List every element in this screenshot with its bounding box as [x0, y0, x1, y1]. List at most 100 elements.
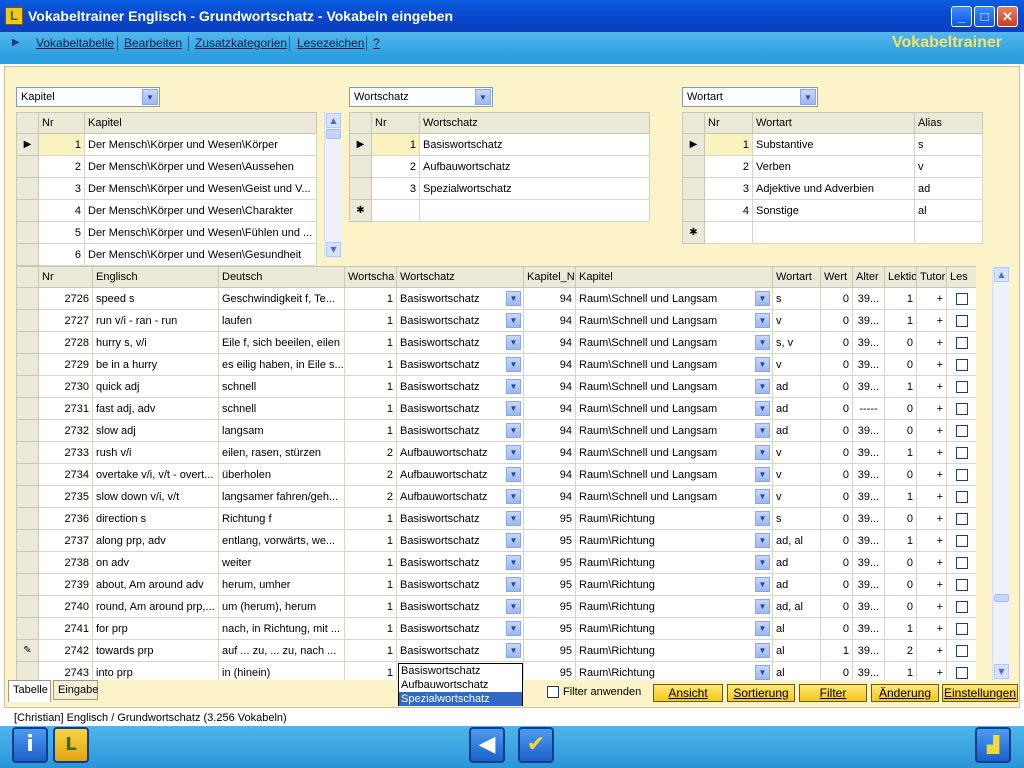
table-row[interactable]: 2739 about, Am around adv herum, umher 1 Bas… — [16, 573, 976, 596]
lesezeichen-checkbox[interactable] — [955, 578, 968, 591]
row-selector[interactable] — [16, 221, 39, 244]
column-header[interactable]: Nr — [371, 112, 420, 134]
kapitel-nr-cell[interactable]: 94 — [523, 463, 576, 486]
kapitel-cell[interactable]: Raum\Schnell und Langsam ▼ — [575, 309, 773, 332]
kapitel-nr-cell[interactable]: 95 — [523, 529, 576, 552]
lesezeichen-cell[interactable] — [946, 573, 976, 596]
alter-cell[interactable]: 39... — [852, 573, 885, 596]
wortart-cell[interactable]: s, v — [772, 331, 821, 354]
row-selector[interactable] — [16, 617, 39, 640]
tab-tabelle[interactable]: Tabelle — [8, 680, 51, 702]
tutor-cell[interactable]: + — [916, 485, 947, 508]
alter-cell[interactable]: 39... — [852, 441, 885, 464]
lektion-cell[interactable]: 2 — [884, 639, 917, 662]
deutsch-cell[interactable]: auf ... zu, ... zu, nach ... — [218, 639, 345, 662]
wortschatz-cell[interactable]: Basiswortschatz▼ — [396, 573, 524, 596]
wortschatz-cell[interactable]: Basiswortschatz▼ — [396, 551, 524, 574]
lektion-cell[interactable]: 1 — [884, 309, 917, 332]
wortschatz-cell[interactable]: Aufbauwortschatz ▼ — [396, 485, 524, 508]
column-header[interactable]: Englisch — [92, 266, 219, 288]
tutor-cell[interactable]: + — [916, 375, 947, 398]
wortschatz-cell[interactable]: Basiswortschatz▼ — [396, 529, 524, 552]
wert-cell[interactable]: 0 — [820, 375, 853, 398]
wert-cell[interactable]: 0 — [820, 331, 853, 354]
app-logo-icon[interactable]: L — [53, 727, 89, 763]
lesezeichen-checkbox[interactable] — [955, 380, 968, 393]
wortart-cell[interactable]: v — [772, 441, 821, 464]
nr-cell[interactable]: 2 — [704, 155, 753, 178]
menu-bearbeiten[interactable]: Bearbeiten — [124, 36, 182, 50]
nr-cell[interactable]: 2732 — [38, 419, 93, 442]
tutor-cell[interactable]: + — [916, 661, 947, 680]
wortschatz-nr-cell[interactable]: 1 — [344, 353, 397, 376]
englisch-cell[interactable]: rush v/i — [92, 441, 219, 464]
lesezeichen-cell[interactable] — [946, 419, 976, 442]
deutsch-cell[interactable]: Geschwindigkeit f, Te... — [218, 287, 345, 310]
chevron-down-icon[interactable]: ▼ — [755, 291, 770, 306]
row-selector[interactable]: ▶ — [682, 133, 705, 156]
kapitel-nr-cell[interactable]: 94 — [523, 309, 576, 332]
nr-cell[interactable]: 2743 — [38, 661, 93, 680]
lesezeichen-checkbox[interactable] — [955, 468, 968, 481]
table-row[interactable]: 3 Spezialwortschatz — [349, 177, 650, 200]
table-row[interactable]: 2734 overtake v/i, v/t - overt... überhole… — [16, 463, 976, 486]
table-row[interactable]: 2727 run v/i - ran - run laufen 1 Basisworts… — [16, 309, 976, 332]
tutor-cell[interactable]: + — [916, 551, 947, 574]
lektion-cell[interactable]: 0 — [884, 397, 917, 420]
englisch-cell[interactable]: speed s — [92, 287, 219, 310]
kapitel-cell[interactable]: Raum\Schnell und Langsam ▼ — [575, 331, 773, 354]
wortschatz-cell[interactable]: Basiswortschatz▼ — [396, 639, 524, 662]
kapitel-cell[interactable]: Raum\Richtung ▼ — [575, 639, 773, 662]
table-row[interactable]: 2741 for prp nach, in Richtung, mit ... 1 Ba… — [16, 617, 976, 640]
new-row-icon[interactable]: ✱ — [682, 221, 705, 244]
englisch-cell[interactable]: round, Am around prp,... — [92, 595, 219, 618]
table-row[interactable]: 4 Sonstige al — [682, 199, 983, 222]
kapitel-nr-cell[interactable]: 94 — [523, 353, 576, 376]
kapitel-nr-cell[interactable]: 95 — [523, 507, 576, 530]
wert-cell[interactable]: 0 — [820, 507, 853, 530]
nr-cell[interactable]: 2728 — [38, 331, 93, 354]
nr-cell[interactable]: 6 — [38, 243, 85, 266]
kapitel-cell[interactable]: Raum\Schnell und Langsam ▼ — [575, 287, 773, 310]
row-selector[interactable]: ▶ — [16, 133, 39, 156]
row-selector[interactable] — [16, 463, 39, 486]
maximize-button[interactable]: □ — [974, 6, 995, 27]
column-header[interactable]: Nr — [38, 266, 93, 288]
nr-cell[interactable]: 3 — [704, 177, 753, 200]
deutsch-cell[interactable]: schnell — [218, 375, 345, 398]
tab-eingabe[interactable]: Eingabe — [53, 680, 98, 700]
deutsch-cell[interactable]: entlang, vorwärts, we... — [218, 529, 345, 552]
wert-cell[interactable]: 1 — [820, 639, 853, 662]
wortschatz-nr-cell[interactable]: 1 — [344, 617, 397, 640]
alter-cell[interactable]: 39... — [852, 617, 885, 640]
kapitel-cell[interactable]: Raum\Richtung ▼ — [575, 529, 773, 552]
sortierung-button[interactable]: Sortierung — [727, 684, 795, 702]
nr-cell[interactable]: 2730 — [38, 375, 93, 398]
alter-cell[interactable]: 39... — [852, 331, 885, 354]
table-row[interactable]: 3 Der Mensch\Körper und Wesen\Geist und V… — [16, 177, 317, 200]
table-row[interactable]: 2731 fast adj, adv schnell 1 Basiswortschatz… — [16, 397, 976, 420]
table-row[interactable]: 5 Der Mensch\Körper und Wesen\Fühlen und … — [16, 221, 317, 244]
wortschatz-nr-cell[interactable]: 2 — [344, 441, 397, 464]
lesezeichen-checkbox[interactable] — [955, 556, 968, 569]
name-cell[interactable]: Der Mensch\Körper und Wesen\Charakter — [84, 199, 317, 222]
wortschatz-cell[interactable]: Basiswortschatz▼ — [396, 617, 524, 640]
wortart-cell[interactable]: ad — [772, 419, 821, 442]
dropdown-option[interactable]: Basiswortschatz — [399, 664, 522, 678]
lesezeichen-checkbox[interactable] — [955, 336, 968, 349]
empty-cell[interactable] — [704, 221, 753, 244]
lesezeichen-cell[interactable] — [946, 375, 976, 398]
wortschatz-nr-cell[interactable]: 2 — [344, 485, 397, 508]
chevron-down-icon[interactable]: ▼ — [506, 489, 521, 504]
column-header[interactable]: Wortschatz — [396, 266, 524, 288]
row-selector[interactable] — [16, 155, 39, 178]
chevron-down-icon[interactable]: ▼ — [506, 467, 521, 482]
row-selector[interactable] — [16, 507, 39, 530]
kapitel-nr-cell[interactable]: 95 — [523, 595, 576, 618]
chevron-down-icon[interactable]: ▼ — [755, 665, 770, 680]
nr-cell[interactable]: 2740 — [38, 595, 93, 618]
lektion-cell[interactable]: 1 — [884, 661, 917, 680]
nr-cell[interactable]: 2736 — [38, 507, 93, 530]
empty-cell[interactable] — [914, 221, 983, 244]
wortschatz-nr-cell[interactable]: 1 — [344, 375, 397, 398]
